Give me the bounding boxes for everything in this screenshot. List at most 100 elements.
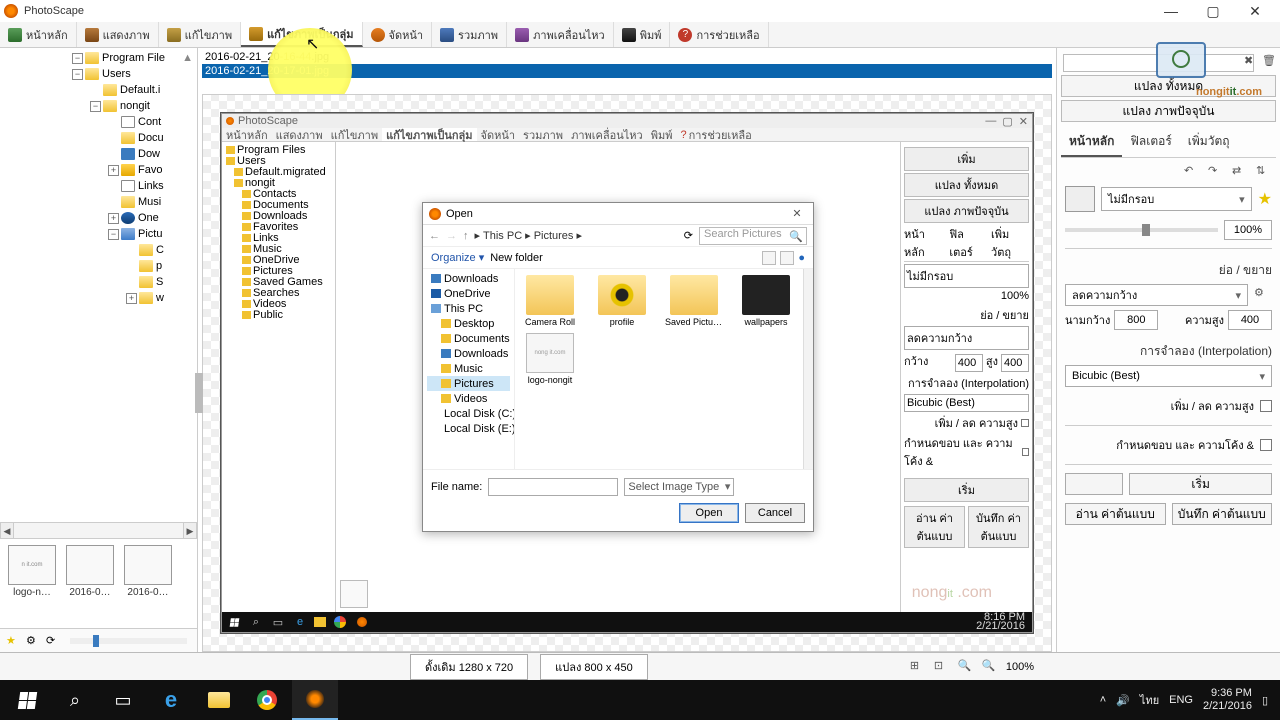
nav-back-button[interactable]: ← [429,230,440,242]
scroll-left-icon[interactable]: ◀ [0,523,14,538]
breadcrumb[interactable]: ▸This PC▸Pictures▸ [475,229,678,242]
start-button[interactable] [4,680,50,720]
nav-item[interactable]: Downloads [427,346,510,361]
tree-item[interactable]: Links [0,178,197,194]
dialog-scrollbar[interactable] [803,269,813,469]
preview-canvas[interactable]: PhotoScape —▢✕ หน้าหลัก แสดงภาพ แก้ไขภาพ… [202,94,1052,652]
trash-icon[interactable]: 🗑 [1262,54,1276,68]
refresh-icon[interactable]: ⟳ [46,634,60,648]
photoscape-button[interactable] [292,680,338,720]
tab-home[interactable]: หน้าหลัก [0,22,77,47]
ime-indicator[interactable]: ไทย [1140,691,1159,709]
search-input[interactable]: Search Pictures🔍 [699,227,807,245]
opacity-slider[interactable] [1065,228,1218,232]
tree-item[interactable]: +One [0,210,197,226]
tab-viewer[interactable]: แสดงภาพ [77,22,159,47]
size-slider[interactable] [70,638,187,644]
organize-menu[interactable]: Organize ▾ [431,251,484,264]
search-button[interactable]: ⌕ [52,680,98,720]
new-folder-button[interactable]: New folder [490,252,543,264]
nav-item[interactable]: Desktop [427,316,510,331]
refresh-icon[interactable]: ⟳ [684,229,693,242]
nav-item[interactable]: Music [427,361,510,376]
tree-item[interactable]: −Pictu [0,226,197,242]
interp-select[interactable]: Bicubic (Best) [1065,365,1272,387]
thumb-item[interactable]: n it.comlogo-n… [8,545,56,622]
filetype-select[interactable]: Select Image Type [624,478,734,496]
help-icon[interactable]: ● [798,252,805,264]
task-view-button[interactable]: ▭ [100,680,146,720]
cancel-button[interactable]: Cancel [745,503,805,523]
zoom-in-icon[interactable]: 🔍 [958,659,974,675]
favorite-icon[interactable]: ★ [1258,189,1272,209]
nav-item[interactable]: Local Disk (E:) [427,421,510,436]
splitter-handle[interactable] [195,373,203,413]
nav-up-button[interactable]: ↑ [463,230,469,242]
chrome-button[interactable] [244,680,290,720]
folder-item[interactable]: Saved Pictures [665,275,723,327]
frame-select[interactable]: ไม่มีกรอบ [1101,187,1252,211]
filename-input[interactable] [488,478,618,496]
aspect-checkbox[interactable] [1260,400,1272,412]
folder-item[interactable]: Camera Roll [521,275,579,327]
notifications-icon[interactable]: ▯ [1262,694,1268,707]
dialog-nav[interactable]: DownloadsOneDriveThis PCDesktopDocuments… [423,269,515,469]
system-tray[interactable]: ˄ 🔊 ไทย ENG 9:36 PM2/21/2016 ▯ [1100,687,1276,713]
bound-checkbox[interactable] [1260,439,1272,451]
tree-hscroll[interactable]: ◀ ▶ [0,522,197,538]
dialog-titlebar[interactable]: Open ✕ [423,203,813,225]
tree-item[interactable]: +w [0,290,197,306]
nav-item[interactable]: Local Disk (C:) [427,406,510,421]
tree-item[interactable]: −nongit [0,98,197,114]
undo-icon[interactable]: ↶ [1184,164,1200,180]
thumb-item[interactable]: 2016-0… [124,545,172,622]
tree-item[interactable]: S [0,274,197,290]
nav-item[interactable]: Pictures [427,376,510,391]
tray-chevron-icon[interactable]: ˄ [1100,694,1106,706]
gear-icon[interactable]: ⚙ [1254,286,1272,304]
tab-page[interactable]: จัดหน้า [363,22,433,47]
opacity-value[interactable]: 100% [1224,220,1272,240]
convert-current-button[interactable]: แปลง ภาพปัจจุบัน [1061,100,1276,122]
actual-icon[interactable]: ⊡ [934,659,950,675]
gear-icon[interactable]: ⚙ [26,634,40,648]
remove-icon[interactable]: ✖ [1244,54,1258,68]
tree-item[interactable]: C [0,242,197,258]
maximize-button[interactable]: ▢ [1192,0,1234,22]
folder-tree[interactable]: −Program File▲−UsersDefault.i−nongitCont… [0,48,197,522]
clock[interactable]: 9:36 PM2/21/2016 [1203,687,1252,713]
tree-item[interactable]: −Program File▲ [0,50,197,66]
scroll-right-icon[interactable]: ▶ [183,523,197,538]
start-button[interactable]: เริ่ม [1129,473,1272,495]
tree-item[interactable]: −Users [0,66,197,82]
nav-item[interactable]: OneDrive [427,286,510,301]
tab-print[interactable]: พิมพ์ [614,22,671,47]
dialog-items[interactable]: Camera Roll profile Saved Pictures wallp… [515,269,803,469]
tree-item[interactable]: +Favo [0,162,197,178]
rtab-object[interactable]: เพิ่มวัตถุ [1180,128,1238,157]
load-preset-button[interactable]: อ่าน ค่าต้นแบบ [1065,503,1166,525]
tree-item[interactable]: Default.i [0,82,197,98]
edge-button[interactable]: e [148,680,194,720]
tree-item[interactable]: Cont [0,114,197,130]
image-item[interactable]: nong it.comlogo-nongit [521,333,579,385]
tree-item[interactable]: Musi [0,194,197,210]
view-options-button[interactable] [780,251,794,265]
nav-item[interactable]: Videos [427,391,510,406]
close-button[interactable]: ✕ [1234,0,1276,22]
fit-icon[interactable]: ⊞ [910,659,926,675]
explorer-button[interactable] [196,680,242,720]
flip-h-icon[interactable]: ⇄ [1232,164,1248,180]
tree-item[interactable]: Dow [0,146,197,162]
nav-item[interactable]: Downloads [427,271,510,286]
dialog-close-button[interactable]: ✕ [787,207,807,220]
tab-combine[interactable]: รวมภาพ [432,22,507,47]
tab-editor[interactable]: แก้ไขภาพ [159,22,241,47]
open-button[interactable]: Open [679,503,739,523]
lang-indicator[interactable]: ENG [1169,694,1193,706]
nav-item[interactable]: This PC [427,301,510,316]
height-input[interactable]: 400 [1228,310,1272,330]
rtab-filter[interactable]: ฟิลเตอร์ [1122,128,1179,157]
nav-fwd-button[interactable]: → [446,230,457,242]
tree-item[interactable]: p [0,258,197,274]
